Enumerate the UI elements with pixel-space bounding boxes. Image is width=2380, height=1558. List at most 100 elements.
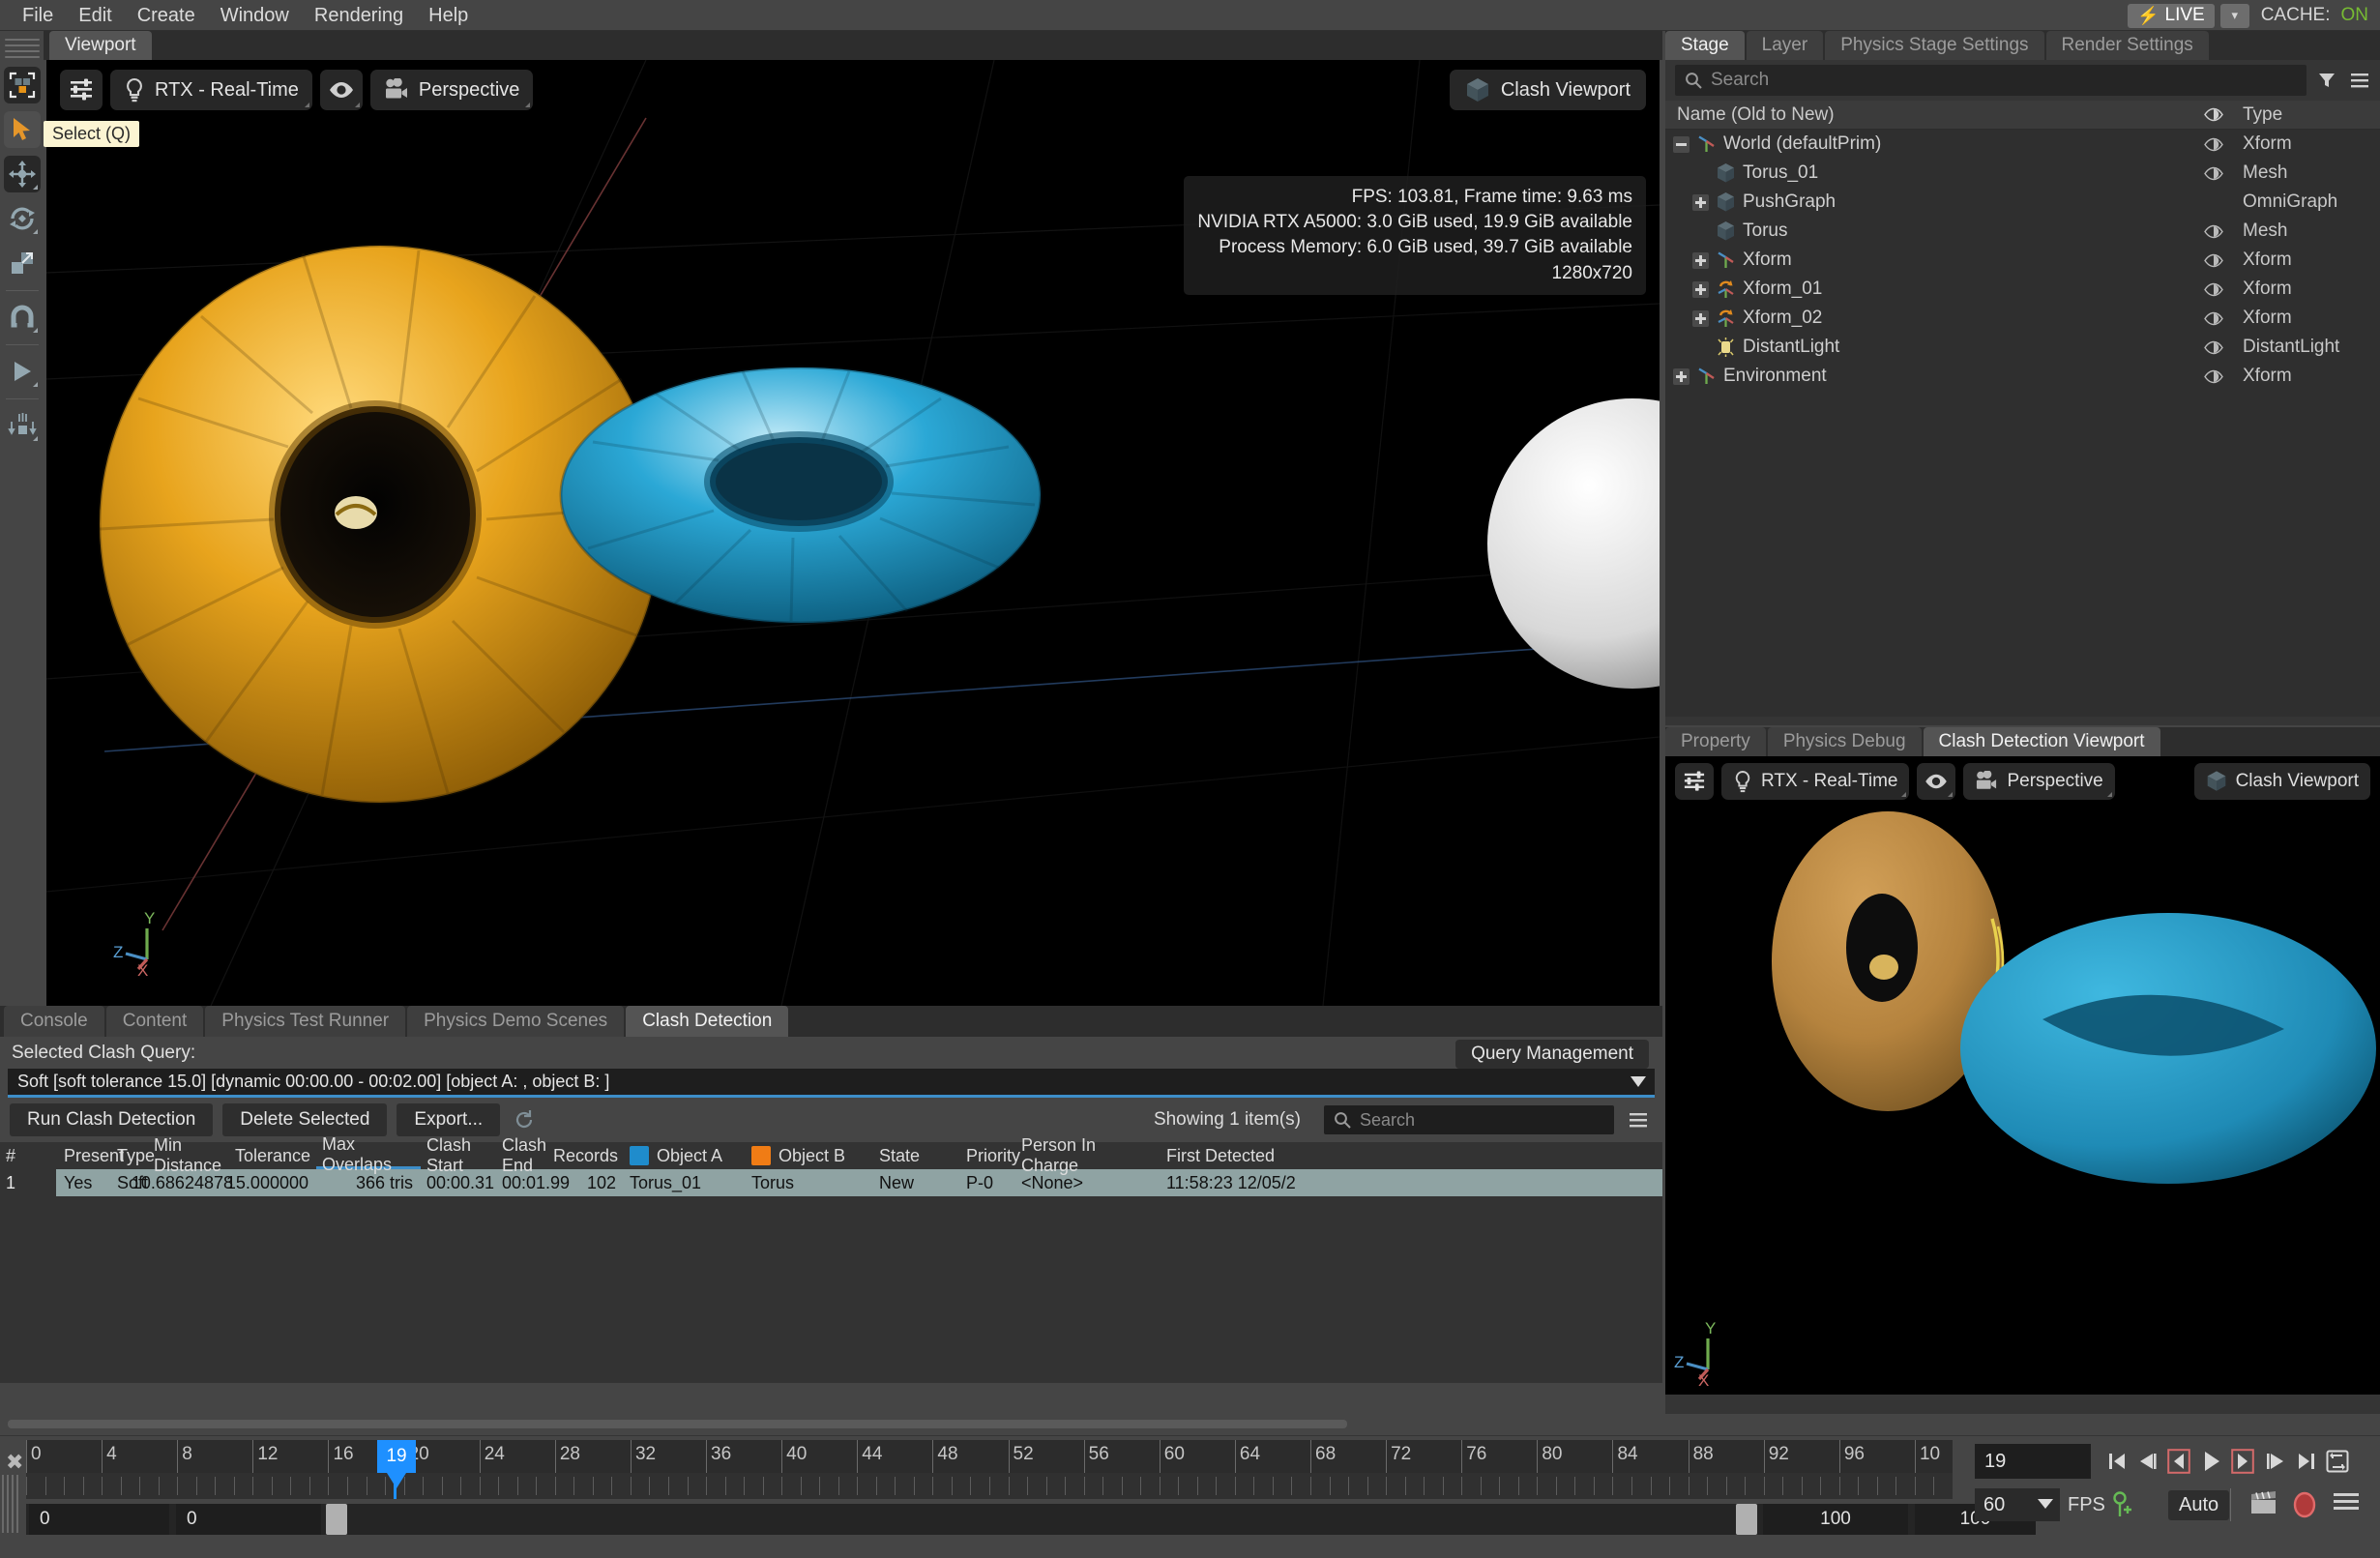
record-button[interactable]: [2290, 1490, 2319, 1524]
fps-selector[interactable]: 60: [1975, 1488, 2060, 1521]
skip-to-start-button[interactable]: [2101, 1444, 2132, 1479]
stage-tree-row[interactable]: Torus Mesh: [1665, 217, 2380, 246]
stage-tree-row[interactable]: Xform Xform: [1665, 246, 2380, 275]
stage-filter-button[interactable]: [2314, 67, 2339, 94]
range-end-handle[interactable]: [1736, 1504, 1757, 1535]
stage-tree-row[interactable]: DistantLight DistantLight: [1665, 333, 2380, 362]
clash-viewport-button[interactable]: Clash Viewport: [1449, 70, 1646, 110]
tree-visibility-toggle[interactable]: [2192, 166, 2235, 181]
play-reverse-button[interactable]: [2163, 1444, 2194, 1479]
query-management-button[interactable]: Query Management: [1455, 1040, 1649, 1069]
tree-visibility-toggle[interactable]: [2192, 340, 2235, 355]
range-start2-input[interactable]: 0: [176, 1504, 321, 1535]
move-tool-button[interactable]: [3, 156, 41, 192]
column-header-type[interactable]: Type: [2235, 104, 2380, 126]
play-tool-button[interactable]: [4, 353, 41, 390]
table-column-header[interactable]: Object B: [746, 1142, 873, 1169]
table-column-header[interactable]: First Detected: [1161, 1142, 1315, 1169]
tab-physics-demo-scenes[interactable]: Physics Demo Scenes: [407, 1006, 625, 1037]
clash-viewport-settings-button[interactable]: [1675, 763, 1714, 800]
selection-mode-button[interactable]: [3, 67, 41, 103]
tree-collapse-button[interactable]: [1673, 135, 1690, 153]
column-header-visibility[interactable]: [2192, 107, 2235, 122]
clash-query-dropdown[interactable]: Soft [soft tolerance 15.0] [dynamic 00:0…: [8, 1069, 1655, 1098]
stage-tree[interactable]: World (defaultPrim) Xform Torus_01 Mesh Push…: [1665, 130, 2380, 717]
loop-button[interactable]: [2322, 1444, 2353, 1479]
rotate-tool-button[interactable]: [4, 200, 41, 237]
tab-stage[interactable]: Stage: [1665, 31, 1745, 60]
delete-selected-button[interactable]: Delete Selected: [222, 1103, 388, 1136]
menu-item-rendering[interactable]: Rendering: [302, 0, 416, 31]
tab-clash-detection[interactable]: Clash Detection: [626, 1006, 789, 1037]
timeline-playhead[interactable]: 19: [377, 1440, 417, 1473]
clash-viewport-3d-scene[interactable]: Y Z X: [1665, 807, 2380, 1395]
stage-tree-row[interactable]: Xform_02 Xform: [1665, 304, 2380, 333]
table-column-header[interactable]: Priority: [960, 1142, 1020, 1169]
menu-item-window[interactable]: Window: [208, 0, 302, 31]
run-clash-detection-button[interactable]: Run Clash Detection: [10, 1103, 214, 1136]
tree-expand-button[interactable]: [1692, 251, 1709, 269]
range-start-input[interactable]: 0: [29, 1504, 169, 1535]
physics-drop-tool-button[interactable]: [4, 407, 41, 444]
tree-visibility-toggle[interactable]: [2192, 311, 2235, 326]
tree-visibility-toggle[interactable]: [2192, 282, 2235, 297]
tab-property[interactable]: Property: [1665, 727, 1766, 756]
stage-tree-row[interactable]: PushGraph OmniGraph: [1665, 188, 2380, 217]
table-row[interactable]: 1 Yes Soft 10.68624878 15.000000 366 tris 00:0…: [0, 1169, 1662, 1196]
column-header-name[interactable]: Name (Old to New): [1665, 104, 2192, 126]
table-column-header[interactable]: Tolerance: [235, 1142, 316, 1169]
timeline-frame-strip[interactable]: [26, 1473, 1953, 1499]
table-column-header[interactable]: Records: [553, 1142, 624, 1169]
viewport-settings-button[interactable]: [60, 70, 103, 110]
table-column-header[interactable]: State: [873, 1142, 960, 1169]
table-column-header[interactable]: Min Distance: [148, 1135, 241, 1175]
tab-physics-test-runner[interactable]: Physics Test Runner: [205, 1006, 406, 1037]
timeline-menu-button[interactable]: [2333, 1490, 2360, 1518]
stage-options-button[interactable]: [2347, 67, 2372, 94]
tab-physics-debug[interactable]: Physics Debug: [1767, 727, 1922, 756]
stage-tree-row[interactable]: Environment Xform: [1665, 362, 2380, 391]
table-column-header[interactable]: Max Overlaps: [316, 1134, 421, 1174]
tree-expand-button[interactable]: [1692, 280, 1709, 298]
clash-viewport-mode-button[interactable]: Clash Viewport: [2193, 763, 2370, 800]
table-column-header[interactable]: Clash Start: [421, 1135, 496, 1175]
tree-visibility-toggle[interactable]: [2192, 224, 2235, 239]
stage-tree-row[interactable]: Torus_01 Mesh: [1665, 159, 2380, 188]
play-button[interactable]: [2196, 1444, 2227, 1479]
stage-search-input[interactable]: Search: [1675, 65, 2307, 96]
table-column-header[interactable]: #: [0, 1142, 58, 1169]
table-column-header[interactable]: Type: [111, 1142, 155, 1169]
tree-visibility-toggle[interactable]: [2192, 137, 2235, 152]
capture-button[interactable]: [2249, 1490, 2278, 1522]
menu-item-file[interactable]: File: [10, 0, 66, 31]
tab-clash-detection-viewport[interactable]: Clash Detection Viewport: [1923, 727, 2160, 756]
export-button[interactable]: Export...: [397, 1103, 501, 1136]
tree-expand-button[interactable]: [1692, 309, 1709, 327]
tab-layer[interactable]: Layer: [1746, 31, 1824, 60]
timeline-ruler[interactable]: 0 4 8 12 16 20 24 28 32 36 40 44 48 52 56 60 64 68 72 76 80 8…: [26, 1440, 1953, 1473]
main-viewport[interactable]: Y Z X RTX - Real-Time Perspective Clash …: [46, 60, 1660, 1006]
tree-visibility-toggle[interactable]: [2192, 253, 2235, 268]
menu-item-edit[interactable]: Edit: [66, 0, 124, 31]
rail-drag-handle[interactable]: [4, 38, 40, 59]
refresh-button[interactable]: [510, 1109, 539, 1131]
live-button[interactable]: ⚡ LIVE: [2128, 3, 2215, 28]
range-start-handle[interactable]: [326, 1504, 347, 1535]
tab-render-settings[interactable]: Render Settings: [2045, 31, 2209, 60]
step-forward-fast-button[interactable]: [2260, 1444, 2291, 1479]
select-tool-button[interactable]: [3, 111, 41, 148]
tab-console[interactable]: Console: [4, 1006, 104, 1037]
clash-viewport-visibility-button[interactable]: [1917, 763, 1956, 800]
play-forward-button[interactable]: [2227, 1444, 2258, 1479]
range-end-input[interactable]: 100: [1763, 1504, 1908, 1535]
tree-expand-button[interactable]: [1692, 193, 1709, 211]
table-options-button[interactable]: [1624, 1111, 1653, 1129]
clash-viewport-camera-selector[interactable]: Perspective: [1963, 763, 2115, 800]
tree-visibility-toggle[interactable]: [2192, 369, 2235, 384]
timeline-close-icon[interactable]: ✖: [6, 1450, 23, 1475]
live-dropdown-button[interactable]: ▾: [2219, 3, 2249, 28]
tab-physics-stage-settings[interactable]: Physics Stage Settings: [1825, 31, 2044, 60]
tab-viewport[interactable]: Viewport: [49, 31, 152, 60]
skip-to-end-button[interactable]: [2291, 1444, 2322, 1479]
camera-selector[interactable]: Perspective: [369, 70, 534, 110]
